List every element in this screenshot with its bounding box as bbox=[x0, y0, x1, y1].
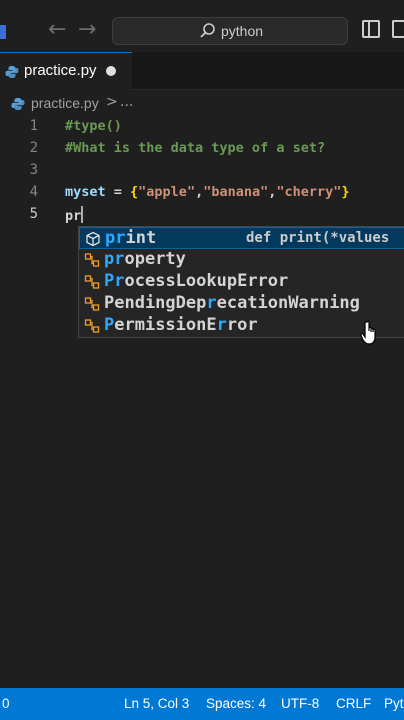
suggestion-label: property bbox=[104, 249, 186, 269]
tab-practice-py[interactable]: practice.py bbox=[0, 52, 132, 90]
comma-token: , bbox=[195, 184, 204, 200]
breadcrumb-separator: > bbox=[106, 94, 118, 110]
suggestion-rest: operty bbox=[124, 249, 186, 269]
autocomplete-suggestions: print def print(*values property Process… bbox=[78, 226, 404, 338]
code-line-active: 5 pr bbox=[0, 204, 404, 226]
suggestion-processlookuperror[interactable]: ProcessLookupError bbox=[79, 271, 404, 293]
back-arrow-icon[interactable]: ← bbox=[48, 18, 66, 42]
breadcrumb: practice.py > ... bbox=[0, 92, 404, 116]
keyword-cube-icon bbox=[86, 231, 100, 247]
menu-icon[interactable] bbox=[0, 25, 6, 39]
status-encoding[interactable]: UTF-8 bbox=[281, 696, 319, 711]
suggestion-rest: ecationWarning bbox=[216, 293, 360, 313]
class-icon bbox=[84, 319, 100, 333]
toggle-sidebar-icon[interactable] bbox=[362, 20, 380, 38]
string-token: "banana" bbox=[203, 184, 269, 200]
suggestion-prefix: PendingDep bbox=[104, 293, 207, 313]
code-text: #What is the data type of a set? bbox=[65, 140, 326, 156]
match-highlight: r bbox=[216, 315, 227, 335]
class-icon bbox=[84, 275, 100, 289]
python-file-icon bbox=[5, 66, 19, 78]
match-highlight: r bbox=[114, 271, 125, 291]
match-highlight: pr bbox=[104, 249, 125, 269]
suggestion-label: print bbox=[105, 228, 156, 248]
match-highlight: P bbox=[104, 315, 115, 335]
string-token: "cherry" bbox=[276, 184, 342, 200]
search-text: python bbox=[221, 23, 264, 39]
match-highlight: r bbox=[206, 293, 217, 313]
class-icon bbox=[84, 297, 100, 311]
code-line: 1 #type() bbox=[0, 116, 404, 138]
line-number: 3 bbox=[29, 162, 38, 178]
status-indentation[interactable]: Spaces: 4 bbox=[206, 696, 266, 711]
variable-token: myset bbox=[65, 184, 106, 200]
class-icon bbox=[84, 253, 100, 267]
suggestion-mid: ermissionE bbox=[114, 315, 217, 335]
status-problems[interactable]: 0 bbox=[2, 696, 10, 711]
match-highlight: P bbox=[104, 271, 115, 291]
suggestion-rest: ror bbox=[226, 315, 258, 335]
code-text: myset = {"apple","banana","cherry"} bbox=[65, 184, 350, 200]
line-number: 5 bbox=[29, 206, 38, 222]
command-center-search[interactable]: python bbox=[112, 17, 348, 45]
brace-token: } bbox=[341, 184, 350, 200]
breadcrumb-file[interactable]: practice.py bbox=[31, 95, 99, 111]
line-number: 4 bbox=[29, 184, 38, 200]
suggestion-label: PendingDeprecationWarning bbox=[104, 293, 360, 313]
toggle-panel-icon[interactable] bbox=[392, 20, 404, 38]
forward-arrow-icon[interactable]: → bbox=[78, 18, 96, 42]
hand-pointer-icon bbox=[360, 320, 376, 345]
string-token: "apple" bbox=[138, 184, 196, 200]
match-highlight: pr bbox=[105, 228, 126, 248]
suggestion-property[interactable]: property bbox=[79, 249, 404, 271]
tab-label: practice.py bbox=[24, 62, 97, 79]
suggestion-label: PermissionError bbox=[104, 315, 258, 335]
code-text: #type() bbox=[65, 118, 122, 134]
code-line: 3 bbox=[0, 160, 404, 182]
line-number: 1 bbox=[29, 118, 38, 134]
suggestion-rest: int bbox=[125, 228, 157, 248]
code-line: 2 #What is the data type of a set? bbox=[0, 138, 404, 160]
status-language[interactable]: Pyt bbox=[384, 696, 404, 711]
suggestion-rest: ocessLookupError bbox=[124, 271, 289, 291]
status-bar: 0 Ln 5, Col 3 Spaces: 4 UTF-8 CRLF Pyt bbox=[0, 688, 404, 720]
breadcrumb-more[interactable]: ... bbox=[120, 94, 133, 110]
search-icon bbox=[200, 23, 215, 38]
python-file-icon bbox=[11, 98, 25, 110]
suggestion-pendingdeprecationwarning[interactable]: PendingDeprecationWarning bbox=[79, 293, 404, 315]
title-bar: ← → python bbox=[0, 0, 404, 60]
suggestion-print[interactable]: print def print(*values bbox=[79, 227, 404, 249]
suggestion-label: ProcessLookupError bbox=[104, 271, 288, 291]
suggestion-permissionerror[interactable]: PermissionError bbox=[79, 315, 404, 337]
line-number: 2 bbox=[29, 140, 38, 156]
code-editor[interactable]: 1 #type() 2 #What is the data type of a … bbox=[0, 116, 404, 688]
status-cursor-position[interactable]: Ln 5, Col 3 bbox=[124, 696, 189, 711]
typed-text: pr bbox=[65, 208, 82, 224]
status-eol[interactable]: CRLF bbox=[336, 696, 371, 711]
unsaved-dot-icon[interactable] bbox=[106, 66, 116, 76]
code-text: pr bbox=[65, 206, 84, 224]
suggestion-detail: def print(*values bbox=[246, 230, 390, 246]
code-line: 4 myset = {"apple","banana","cherry"} bbox=[0, 182, 404, 204]
operator-token: = bbox=[105, 184, 131, 200]
text-cursor bbox=[81, 206, 84, 223]
brace-token: { bbox=[130, 184, 139, 200]
tab-bar: practice.py bbox=[0, 52, 404, 90]
